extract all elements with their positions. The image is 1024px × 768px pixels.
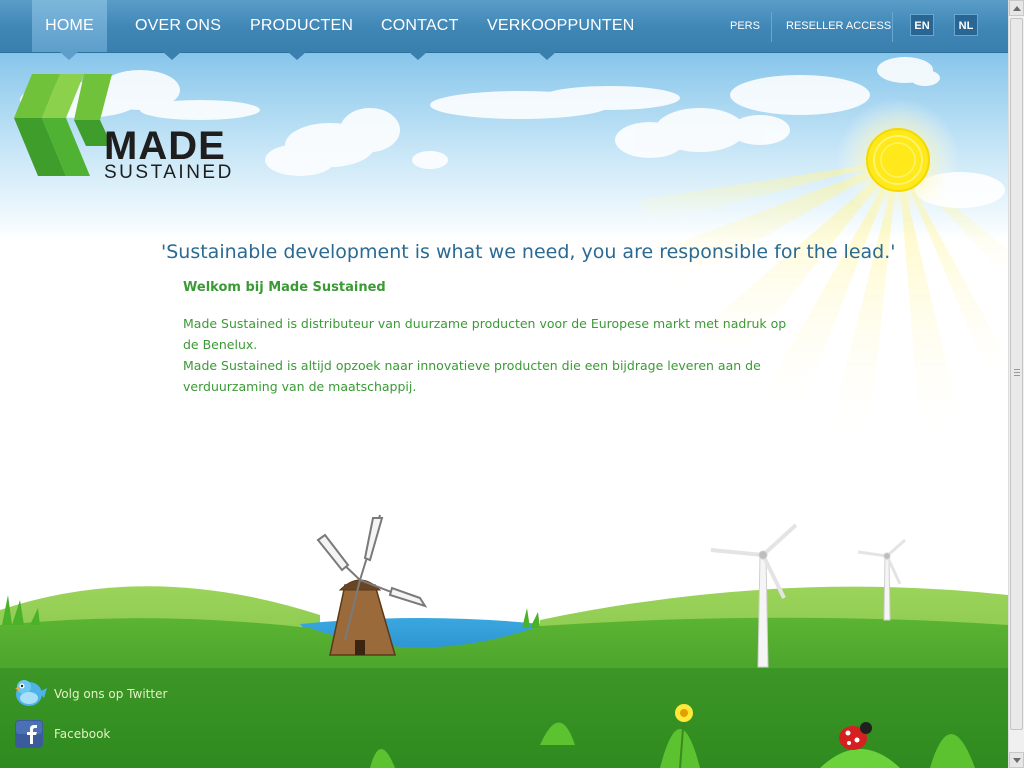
tagline-quote: 'Sustainable development is what we need… — [161, 241, 896, 263]
nav-reseller-access[interactable]: RESELLER ACCESS — [786, 0, 891, 52]
logo-sustained-text: SUSTAINED — [104, 162, 234, 183]
scroll-down-button[interactable] — [1009, 752, 1024, 768]
vertical-scrollbar[interactable] — [1008, 0, 1024, 768]
nav-contact-label: CONTACT — [381, 17, 459, 34]
nav-producten-label: PRODUCTEN — [250, 17, 354, 34]
lang-nl-button[interactable]: NL — [954, 14, 978, 36]
lang-en-button[interactable]: EN — [910, 14, 934, 36]
chevron-up-icon — [1013, 6, 1021, 11]
facebook-link-label[interactable]: Facebook — [54, 727, 110, 741]
scroll-up-button[interactable] — [1009, 0, 1024, 16]
nav-pointer — [163, 52, 181, 60]
nav-separator — [771, 12, 772, 42]
nav-producten[interactable]: PRODUCTEN — [250, 0, 353, 52]
chevron-down-icon — [1013, 758, 1021, 763]
facebook-icon — [15, 720, 43, 748]
nav-over-ons-label: OVER ONS — [135, 17, 222, 34]
nav-pers-label: PERS — [730, 20, 760, 32]
nav-home[interactable]: HOME — [32, 0, 107, 52]
nav-pointer — [538, 52, 556, 60]
intro-paragraph-1: Made Sustained is distributeur van duurz… — [183, 316, 787, 352]
nav-pers[interactable]: PERS — [730, 0, 760, 52]
intro-paragraph-2: Made Sustained is altijd opzoek naar inn… — [183, 358, 761, 394]
twitter-bird-icon — [15, 680, 47, 706]
top-navigation: HOME OVER ONS PRODUCTEN CONTACT VERKOOPP… — [0, 0, 1008, 60]
nav-pointer — [60, 52, 78, 60]
nav-reseller-access-label: RESELLER ACCESS — [786, 20, 892, 32]
nav-pointer — [288, 52, 306, 60]
logo-made-text: MADE — [104, 124, 226, 168]
nav-home-label: HOME — [45, 17, 94, 34]
nav-verkooppunten[interactable]: VERKOOPPUNTEN — [487, 0, 635, 52]
nav-separator — [892, 12, 893, 42]
nav-over-ons[interactable]: OVER ONS — [135, 0, 221, 52]
scroll-thumb[interactable] — [1010, 18, 1023, 730]
nav-contact[interactable]: CONTACT — [381, 0, 459, 52]
sun — [866, 128, 930, 192]
intro-text: Made Sustained is distributeur van duurz… — [183, 313, 803, 397]
nav-verkooppunten-label: VERKOOPPUNTEN — [487, 17, 635, 34]
social-links: Volg ons op Twitter Facebook — [0, 670, 300, 768]
welcome-heading: Welkom bij Made Sustained — [183, 280, 386, 295]
nav-pointer — [409, 52, 427, 60]
page: HOME OVER ONS PRODUCTEN CONTACT VERKOOPP… — [0, 0, 1008, 768]
logo[interactable]: MADE SUSTAINED — [12, 70, 282, 185]
twitter-link-label[interactable]: Volg ons op Twitter — [54, 687, 167, 701]
